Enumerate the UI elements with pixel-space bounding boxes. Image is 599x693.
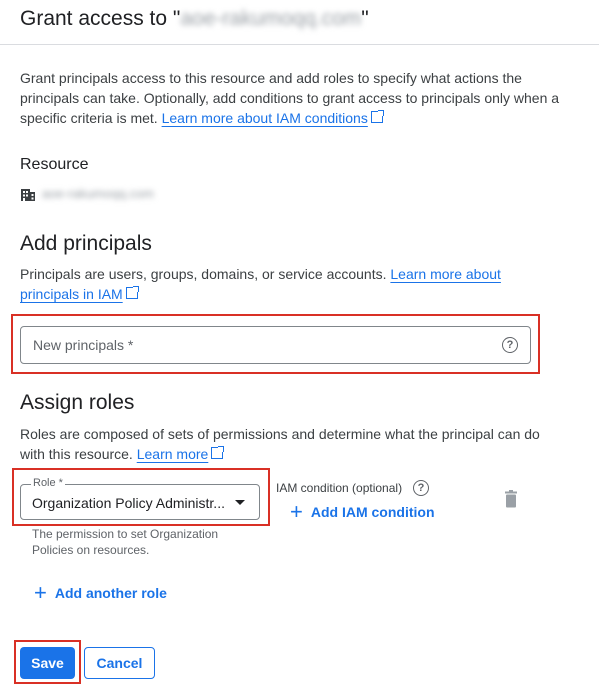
title-resource-name: aoe-rakumoqq.com	[180, 7, 362, 30]
role-hint: The permission to set Organization Polic…	[32, 527, 219, 557]
add-iam-condition-button[interactable]: + Add IAM condition	[290, 499, 435, 524]
role-select[interactable]: Role * Organization Policy Administr...	[20, 477, 260, 520]
plus-icon: +	[34, 580, 47, 605]
roles-learn-more-link[interactable]: Learn more	[137, 446, 209, 462]
principals-desc-text: Principals are users, groups, domains, o…	[20, 266, 387, 282]
roles-desc-text: Roles are composed of sets of permission…	[20, 426, 540, 462]
cancel-button[interactable]: Cancel	[84, 647, 155, 679]
role-label: Role *	[31, 477, 65, 489]
principals-description: Principals are users, groups, domains, o…	[20, 264, 520, 304]
dropdown-arrow-icon	[235, 500, 245, 505]
plus-icon: +	[290, 499, 303, 524]
iam-conditions-link[interactable]: Learn more about IAM conditions	[162, 110, 368, 126]
role-value: Organization Policy Administr...	[32, 495, 225, 511]
external-link-icon	[125, 286, 139, 299]
resource-name: aoe-rakumoqq.com	[42, 186, 154, 201]
external-link-icon	[370, 110, 384, 123]
external-link-icon	[211, 446, 225, 459]
new-principals-placeholder: New principals *	[33, 337, 134, 353]
add-iam-condition-label: Add IAM condition	[310, 504, 435, 520]
dialog-title: Grant access to " aoe-rakumoqq.com "	[20, 7, 369, 31]
add-another-role-button[interactable]: + Add another role	[34, 580, 167, 605]
help-circle-icon[interactable]: ?	[502, 337, 518, 353]
add-principals-heading: Add principals	[20, 232, 152, 255]
add-another-role-label: Add another role	[54, 585, 167, 601]
roles-description: Roles are composed of sets of permission…	[20, 424, 540, 464]
title-prefix: Grant access to "	[20, 7, 181, 30]
assign-roles-heading: Assign roles	[20, 391, 135, 414]
building-icon	[20, 186, 36, 207]
resource-heading: Resource	[20, 156, 89, 173]
delete-role-icon[interactable]	[503, 490, 519, 513]
title-suffix: "	[361, 7, 369, 30]
condition-help-icon[interactable]: ?	[413, 480, 429, 496]
iam-condition-label: IAM condition (optional)	[276, 481, 403, 495]
save-button[interactable]: Save	[20, 647, 75, 679]
intro-paragraph: Grant principals access to this resource…	[20, 68, 560, 128]
new-principals-input[interactable]: New principals * ?	[20, 326, 531, 364]
